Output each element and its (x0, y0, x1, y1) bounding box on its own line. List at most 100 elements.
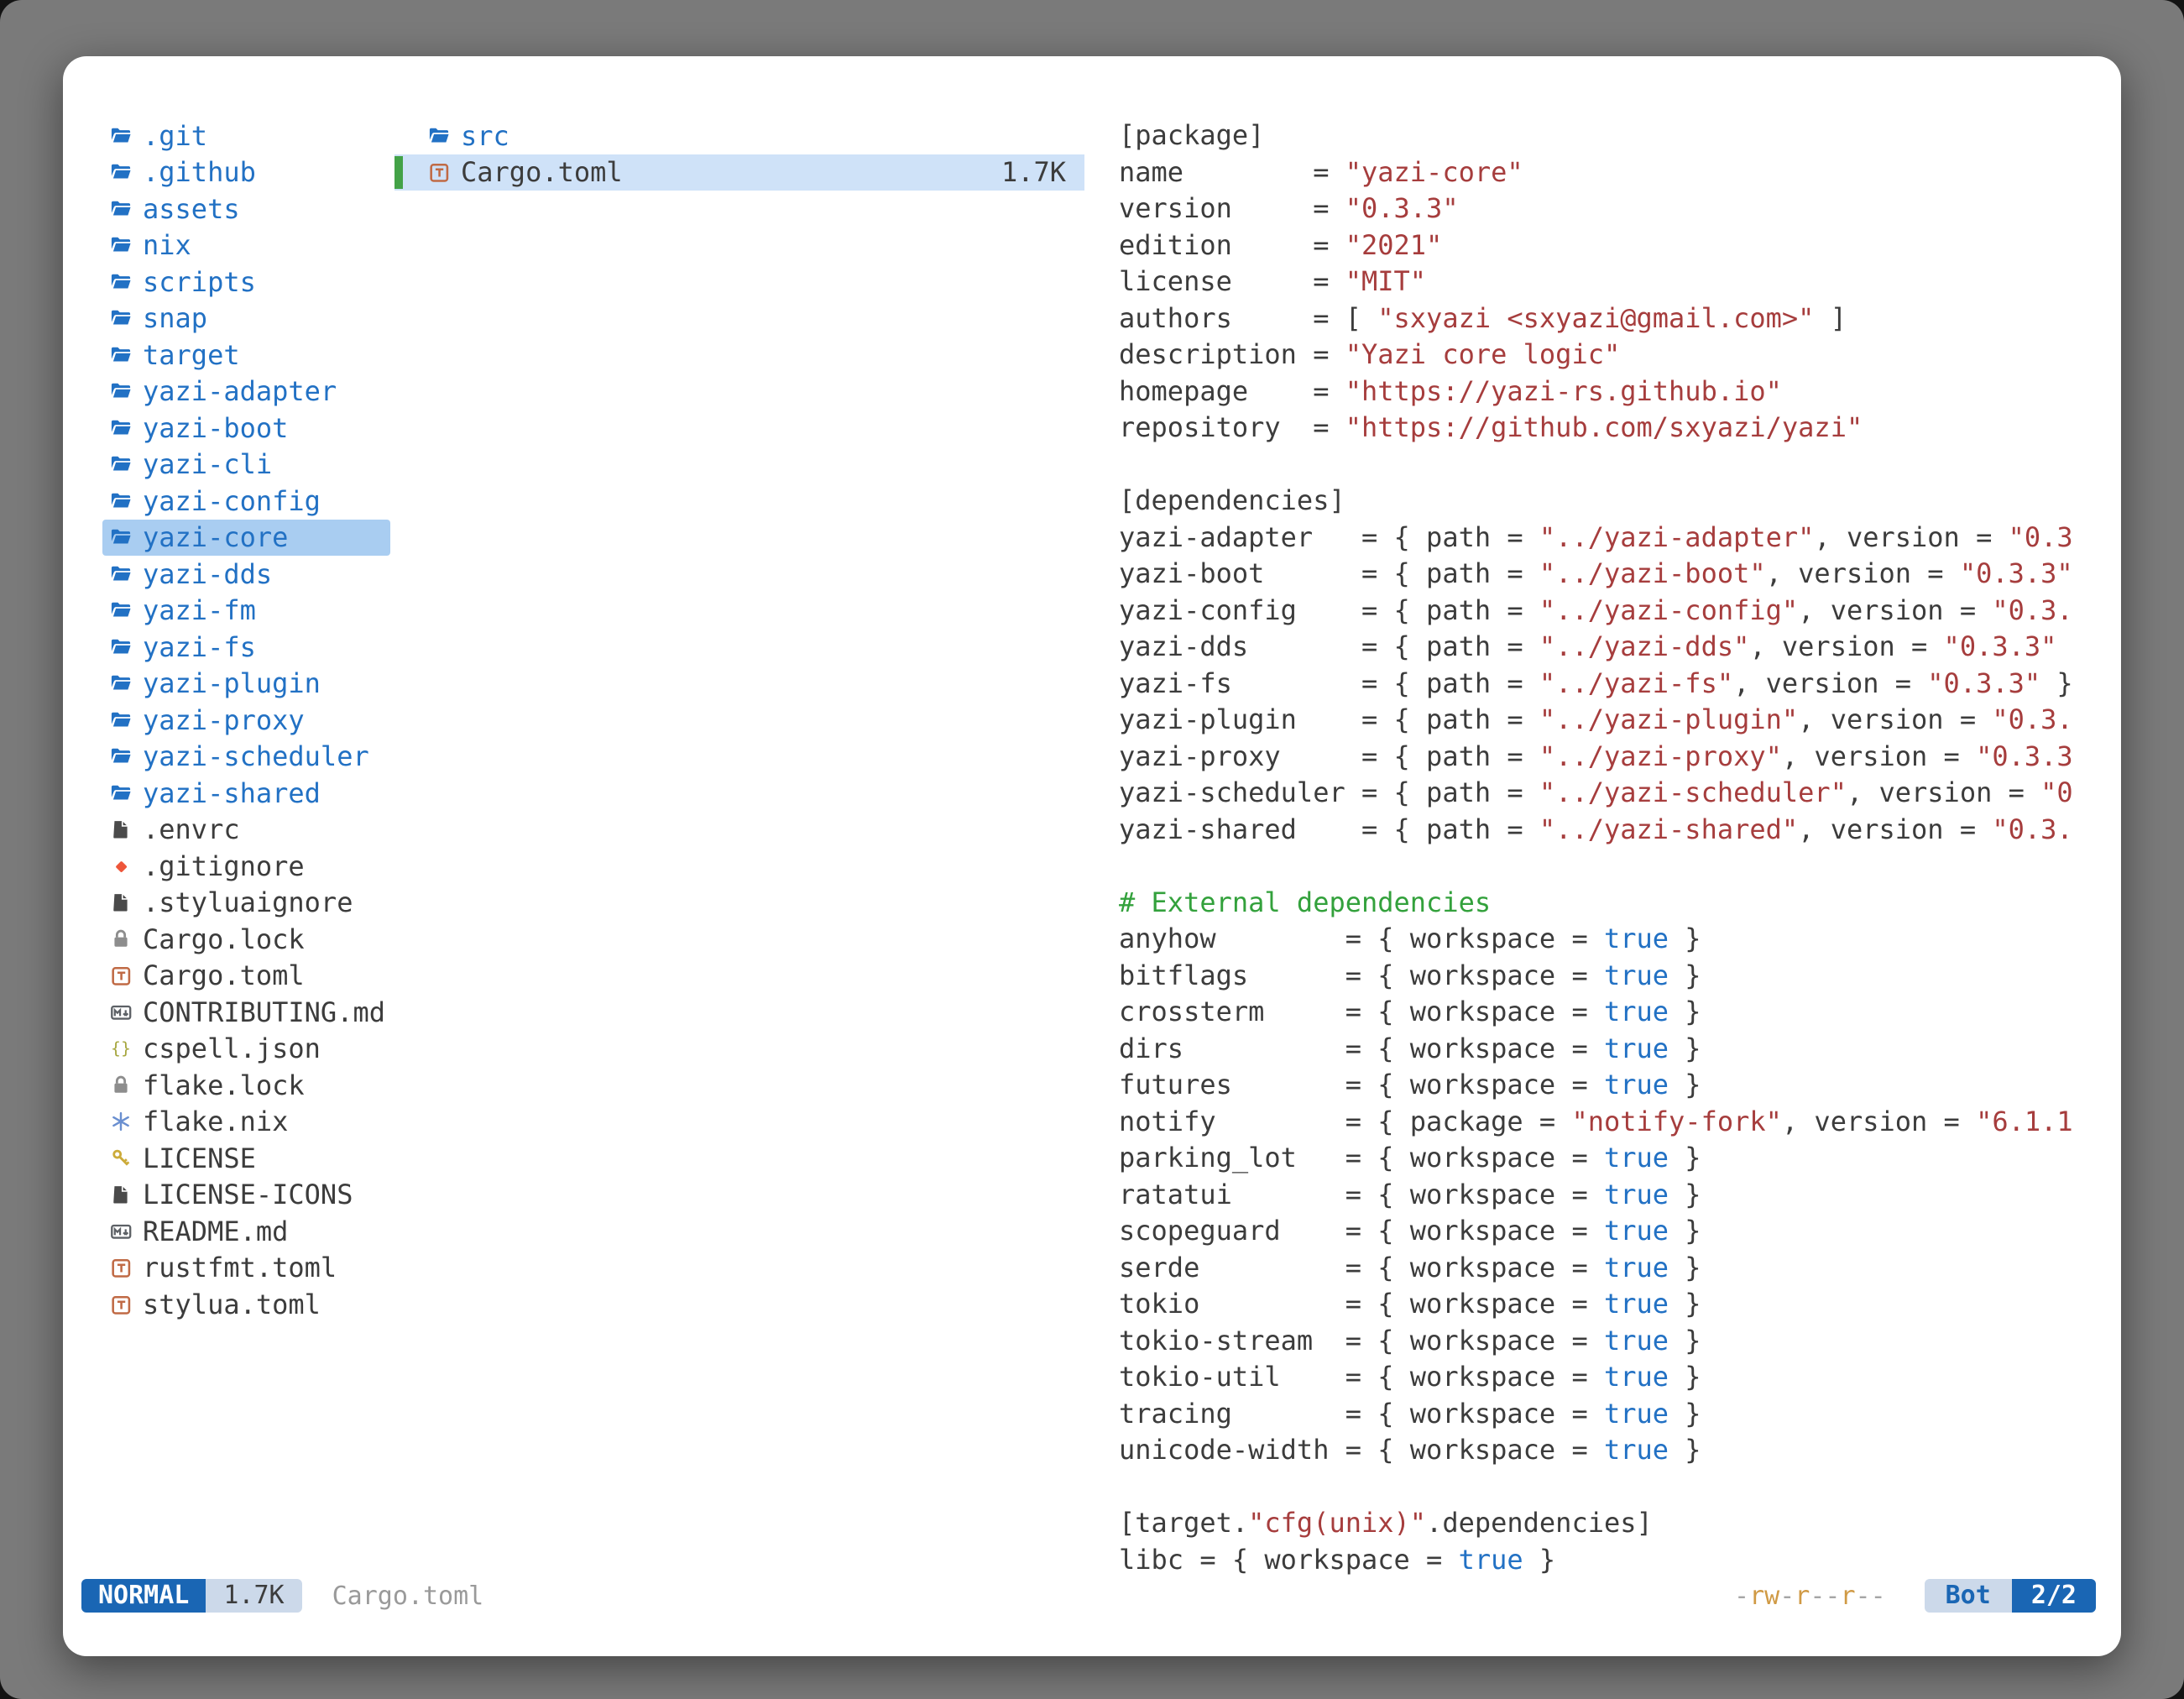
preview-line: [package] (1119, 118, 2121, 154)
file-label: yazi-fm (143, 594, 256, 626)
file-label: yazi-dds (143, 558, 272, 590)
file-label: yazi-boot (143, 412, 288, 444)
preview-line: tokio-util = { workspace = true } (1119, 1359, 2121, 1396)
folder-icon (107, 451, 134, 478)
file-row-yazi-fm[interactable]: yazi-fm (102, 593, 390, 630)
file-row-yazi-cli[interactable]: yazi-cli (102, 447, 390, 484)
folder-icon (107, 159, 134, 186)
preview-line: tokio = { workspace = true } (1119, 1286, 2121, 1323)
file-row-snap[interactable]: snap (102, 301, 390, 337)
braces-icon: {} (107, 1035, 134, 1062)
file-label: Cargo.lock (143, 923, 305, 955)
preview-line: edition = "2021" (1119, 227, 2121, 264)
folder-icon (107, 415, 134, 442)
file-icon (107, 889, 134, 916)
file-label: yazi-config (143, 485, 321, 517)
folder-icon (107, 780, 134, 807)
file-label: flake.nix (143, 1106, 288, 1137)
file-label: rustfmt.toml (143, 1252, 337, 1283)
file-row-yazi-dds[interactable]: yazi-dds (102, 556, 390, 593)
file-row-yazi-scheduler[interactable]: yazi-scheduler (102, 739, 390, 776)
file-row--github[interactable]: .github (102, 154, 390, 191)
preview-line: parking_lot = { workspace = true } (1119, 1140, 2121, 1177)
preview-line: dirs = { workspace = true } (1119, 1031, 2121, 1068)
mode-badge: NORMAL (81, 1579, 206, 1613)
file-size: 1.7K (1001, 156, 1084, 188)
svg-text:{}: {} (111, 1039, 131, 1059)
folder-icon (107, 524, 134, 551)
folder-icon (107, 597, 134, 624)
file-row-yazi-plugin[interactable]: yazi-plugin (102, 666, 390, 703)
status-filename: Cargo.toml (332, 1581, 484, 1611)
file-row--envrc[interactable]: .envrc (102, 812, 390, 849)
file-row-yazi-core[interactable]: yazi-core (102, 520, 390, 557)
file-label: scripts (143, 266, 256, 298)
file-row-readme-md[interactable]: README.md (102, 1213, 390, 1250)
file-label: snap (143, 302, 207, 334)
file-row-yazi-shared[interactable]: yazi-shared (102, 775, 390, 812)
file-row--styluaignore[interactable]: .styluaignore (102, 885, 390, 922)
file-row-license-icons[interactable]: LICENSE-ICONS (102, 1177, 390, 1214)
file-row-cspell-json[interactable]: {} cspell.json (102, 1031, 390, 1068)
preview-line (1119, 1469, 2121, 1506)
file-row-license[interactable]: LICENSE (102, 1140, 390, 1177)
preview-line: yazi-adapter = { path = "../yazi-adapter… (1119, 520, 2121, 557)
file-row--gitignore[interactable]: .gitignore (102, 848, 390, 885)
folder-icon (107, 232, 134, 259)
folder-icon (107, 561, 134, 588)
preview-line: yazi-dds = { path = "../yazi-dds", versi… (1119, 629, 2121, 666)
parent-pane: .git.githubassetsnixscriptssnaptargetyaz… (102, 118, 390, 1323)
status-bar: NORMAL 1.7K Cargo.toml -rw-r--r-- Bot 2/… (81, 1579, 2096, 1613)
file-label: yazi-cli (143, 448, 272, 480)
folder-icon (107, 707, 134, 734)
file-label: yazi-adapter (143, 375, 337, 407)
file-label: .gitignore (143, 850, 305, 882)
preview-line: yazi-fs = { path = "../yazi-fs", version… (1119, 666, 2121, 703)
file-label: stylua.toml (143, 1289, 321, 1320)
file-label: cspell.json (143, 1032, 321, 1064)
folder-icon (107, 670, 134, 697)
file-row-yazi-proxy[interactable]: yazi-proxy (102, 702, 390, 739)
file-row-yazi-fs[interactable]: yazi-fs (102, 629, 390, 666)
file-row-contributing-md[interactable]: CONTRIBUTING.md (102, 994, 390, 1031)
file-label: assets (143, 193, 240, 225)
preview-line: anyhow = { workspace = true } (1119, 921, 2121, 958)
file-row--git[interactable]: .git (102, 118, 390, 154)
file-label: .envrc (143, 813, 240, 845)
file-row-target[interactable]: target (102, 337, 390, 374)
file-label: yazi-plugin (143, 667, 321, 699)
folder-icon (107, 305, 134, 332)
file-label: README.md (143, 1215, 288, 1247)
file-row-nix[interactable]: nix (102, 227, 390, 264)
file-row-yazi-config[interactable]: yazi-config (102, 483, 390, 520)
file-row-yazi-adapter[interactable]: yazi-adapter (102, 374, 390, 410)
folder-icon (107, 342, 134, 369)
file-size-badge: 1.7K (206, 1579, 301, 1613)
preview-line: notify = { package = "notify-fork", vers… (1119, 1104, 2121, 1141)
desktop-background: .git.githubassetsnixscriptssnaptargetyaz… (0, 0, 2184, 1699)
preview-line: yazi-config = { path = "../yazi-config",… (1119, 593, 2121, 630)
file-row-stylua-toml[interactable]: stylua.toml (102, 1286, 390, 1323)
folder-icon (426, 123, 452, 149)
file-row-scripts[interactable]: scripts (102, 264, 390, 301)
file-row-rustfmt-toml[interactable]: rustfmt.toml (102, 1250, 390, 1287)
file-row-src[interactable]: src (394, 118, 1084, 154)
file-row-assets[interactable]: assets (102, 191, 390, 227)
file-row-yazi-boot[interactable]: yazi-boot (102, 410, 390, 447)
markdown-icon (107, 1218, 134, 1245)
git-folder-icon (107, 123, 134, 149)
file-label: yazi-proxy (143, 704, 305, 736)
preview-line: unicode-width = { workspace = true } (1119, 1432, 2121, 1469)
file-row-flake-lock[interactable]: flake.lock (102, 1067, 390, 1104)
file-row-cargo-toml[interactable]: Cargo.toml1.7K (394, 154, 1084, 191)
preview-line: yazi-scheduler = { path = "../yazi-sched… (1119, 775, 2121, 812)
file-label: flake.lock (143, 1069, 305, 1101)
preview-line: version = "0.3.3" (1119, 191, 2121, 227)
file-row-flake-nix[interactable]: flake.nix (102, 1104, 390, 1141)
file-label: yazi-scheduler (143, 740, 369, 772)
file-row-cargo-lock[interactable]: Cargo.lock (102, 921, 390, 958)
file-row-cargo-toml[interactable]: Cargo.toml (102, 958, 390, 995)
file-label: .git (143, 120, 207, 152)
preview-line: [dependencies] (1119, 483, 2121, 520)
file-label: LICENSE-ICONS (143, 1179, 353, 1210)
